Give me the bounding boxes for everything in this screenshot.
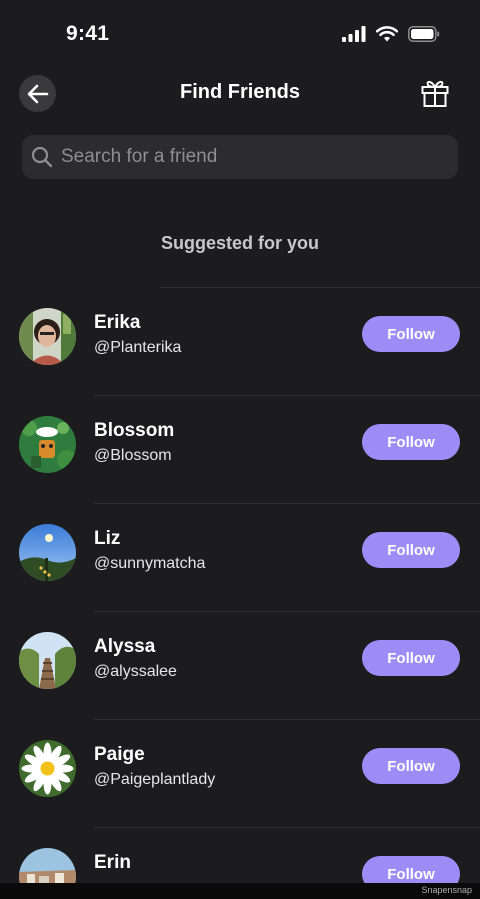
friend-row: Paige @Paigeplantlady Follow [0, 720, 480, 828]
friend-handle: @Paigeplantlady [94, 771, 216, 788]
wifi-icon [376, 26, 398, 42]
search-icon [31, 146, 53, 168]
friend-handle: @Planterika [94, 339, 182, 356]
friend-handle: @sunnymatcha [94, 555, 206, 572]
follow-button[interactable]: Follow [362, 316, 460, 352]
gift-icon [421, 80, 449, 107]
friend-name: Blossom [94, 420, 175, 441]
friend-handle: @alyssalee [94, 663, 177, 680]
friend-name: Erika [94, 312, 141, 333]
battery-icon [408, 26, 440, 42]
friend-row: Alyssa @alyssalee Follow [0, 612, 480, 720]
friend-name: Paige [94, 744, 145, 765]
search-input[interactable] [59, 145, 433, 169]
avatar[interactable] [19, 308, 76, 365]
avatar[interactable] [19, 740, 76, 797]
follow-button[interactable]: Follow [362, 748, 460, 784]
follow-button[interactable]: Follow [362, 532, 460, 568]
status-bar: 9:41 [0, 0, 480, 70]
footer-strip: Snapensnap [0, 883, 480, 899]
friend-name: Alyssa [94, 636, 156, 657]
status-time: 9:41 [66, 22, 110, 45]
friend-handle: @Blossom [94, 447, 172, 464]
follow-button[interactable]: Follow [362, 424, 460, 460]
status-icons [342, 26, 440, 42]
header: Find Friends [0, 72, 480, 116]
avatar[interactable] [19, 524, 76, 581]
friend-name: Erin [94, 852, 131, 873]
friend-row: Blossom @Blossom Follow [0, 396, 480, 504]
section-heading: Suggested for you [160, 233, 319, 253]
friend-row: Erika @Planterika Follow [0, 288, 480, 396]
friend-row: Liz @sunnymatcha Follow [0, 504, 480, 612]
avatar[interactable] [19, 632, 76, 689]
avatar[interactable] [19, 416, 76, 473]
search-bar[interactable] [22, 135, 458, 179]
watermark: Snapensnap [421, 885, 472, 895]
cellular-signal-icon [342, 26, 366, 42]
find-friends-screen: 9:41 Find Friends Search for a friend Su… [0, 0, 480, 899]
follow-button[interactable]: Follow [362, 640, 460, 676]
gift-button[interactable] [420, 78, 450, 108]
page-title: Find Friends [180, 81, 300, 103]
friend-name: Liz [94, 528, 121, 549]
